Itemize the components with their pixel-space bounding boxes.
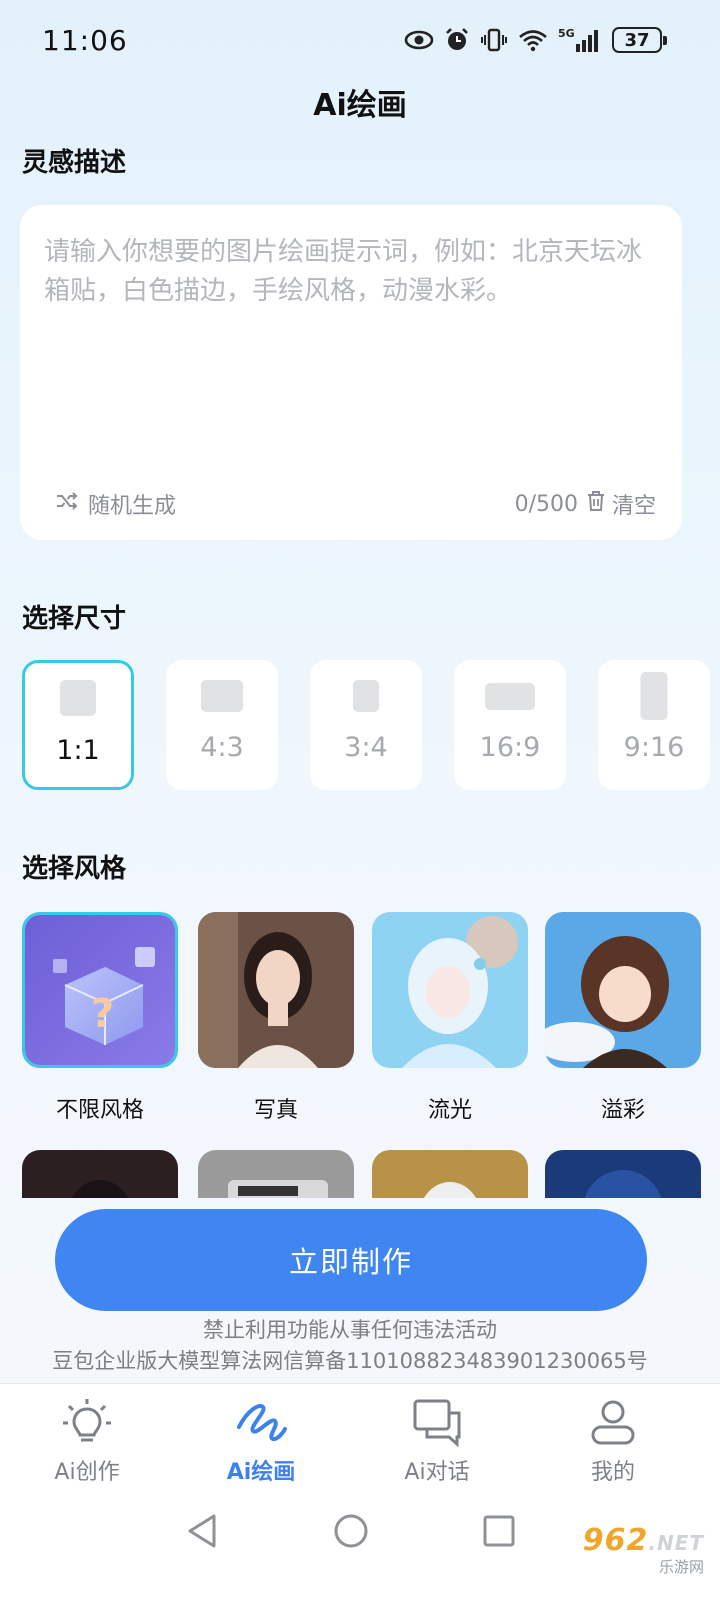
size-option-1-1[interactable]: 1:1	[22, 660, 134, 790]
style-thumb-unlimited: ?	[22, 912, 178, 1068]
style-option-portrait[interactable]: 写真	[198, 912, 354, 1124]
svg-text:5G: 5G	[558, 27, 575, 40]
status-bar: 11:06 5G 37	[0, 0, 720, 84]
user-icon	[548, 1392, 678, 1452]
counter-row: 0/500 清空	[515, 488, 656, 520]
ratio-16-9-icon	[485, 683, 535, 710]
style-thumb-portrait	[198, 912, 354, 1068]
size-label: 3:4	[344, 732, 388, 763]
vibrate-icon	[480, 27, 508, 53]
prompt-card: 随机生成 0/500 清空	[20, 205, 682, 540]
size-label: 9:16	[623, 732, 685, 763]
shuffle-icon	[56, 491, 78, 517]
size-label: 4:3	[200, 732, 244, 763]
size-title: 选择尺寸	[22, 604, 127, 634]
size-option-4-3[interactable]: 4:3	[166, 660, 278, 790]
size-option-9-16[interactable]: 9:16	[598, 660, 710, 790]
char-counter: 0/500	[514, 491, 578, 517]
size-option-16-9[interactable]: 16:9	[454, 660, 566, 790]
battery-icon: 37	[612, 27, 667, 53]
watermark-brand: 962.NET	[583, 1523, 704, 1558]
system-nav-bar: 962.NET 乐游网	[0, 1493, 720, 1610]
style-thumb-row2-3	[372, 1150, 528, 1198]
tab-ai-draw[interactable]: Ai绘画	[196, 1392, 326, 1486]
size-label: 1:1	[56, 735, 100, 766]
recents-square-icon[interactable]	[482, 1513, 516, 1553]
style-title: 选择风格	[22, 854, 127, 884]
eye-icon	[404, 29, 434, 51]
prompt-input[interactable]	[44, 233, 664, 433]
svg-text:?: ?	[91, 991, 114, 1037]
size-option-3-4[interactable]: 3:4	[310, 660, 422, 790]
size-label: 16:9	[479, 732, 541, 763]
cellular-5g-icon: 5G	[558, 26, 602, 54]
style-thumb-flowing-light	[372, 912, 528, 1068]
create-now-button[interactable]: 立即制作	[55, 1209, 647, 1311]
random-generate-button[interactable]: 随机生成	[56, 488, 176, 520]
lightbulb-icon	[22, 1392, 152, 1452]
style-label: 溢彩	[600, 1098, 645, 1123]
wifi-icon	[518, 28, 548, 52]
style-label: 不限风格	[55, 1098, 144, 1123]
tab-label: Ai绘画	[226, 1460, 296, 1485]
ratio-9-16-icon	[640, 672, 668, 720]
style-option-vivid-color[interactable]: 溢彩	[545, 912, 701, 1124]
watermark-net: .NET	[648, 1531, 704, 1555]
brush-scribble-icon	[196, 1392, 326, 1452]
style-thumb-vivid-color	[545, 912, 701, 1068]
style-option-row2-1[interactable]	[22, 1150, 178, 1198]
style-thumb-row2-4	[545, 1150, 701, 1198]
clear-label: 清空	[611, 494, 656, 519]
home-circle-icon[interactable]	[333, 1513, 369, 1553]
inspiration-title: 灵感描述	[22, 148, 127, 178]
back-triangle-icon[interactable]	[186, 1513, 218, 1553]
style-label: 写真	[253, 1098, 298, 1123]
page-title: Ai绘画	[313, 88, 407, 123]
status-time: 11:06	[42, 24, 128, 57]
tab-ai-create[interactable]: Ai创作	[22, 1392, 152, 1486]
bottom-tab-bar: Ai创作 Ai绘画 Ai对话 我的	[0, 1383, 720, 1493]
style-label: 流光	[427, 1098, 472, 1123]
watermark-logo: 962.NET 乐游网	[583, 1523, 704, 1577]
tab-label: 我的	[590, 1460, 635, 1485]
style-option-flowing-light[interactable]: 流光	[372, 912, 528, 1124]
style-thumb-row2-2	[198, 1150, 354, 1198]
style-option-row2-4[interactable]	[545, 1150, 701, 1198]
status-icons: 5G 37	[404, 26, 667, 54]
size-options: 1:1 4:3 3:4 16:9 9:16	[22, 660, 720, 792]
ratio-3-4-icon	[353, 680, 379, 712]
style-option-row2-3[interactable]	[372, 1150, 528, 1198]
style-option-unlimited[interactable]: ? 不限风格	[22, 912, 178, 1124]
style-option-row2-2[interactable]	[198, 1150, 354, 1198]
trash-icon	[586, 490, 606, 518]
style-thumb-row2-1	[22, 1150, 178, 1198]
watermark-number: 962	[582, 1523, 649, 1558]
ratio-4-3-icon	[201, 680, 243, 712]
tab-label: Ai创作	[54, 1460, 120, 1485]
style-grid: ? 不限风格 写真 流光 溢彩	[22, 912, 720, 1198]
clear-button[interactable]: 清空	[586, 488, 656, 520]
chat-bubble-icon	[372, 1392, 502, 1452]
notice-filing: 豆包企业版大模型算法网信算备110108823483901230065号	[52, 1349, 648, 1373]
watermark-subtitle: 乐游网	[658, 1558, 704, 1576]
ratio-square-icon	[60, 680, 96, 716]
tab-mine[interactable]: 我的	[548, 1392, 678, 1486]
tab-ai-chat[interactable]: Ai对话	[372, 1392, 502, 1486]
alarm-icon	[444, 27, 470, 53]
tab-label: Ai对话	[404, 1460, 470, 1485]
random-generate-label: 随机生成	[88, 494, 177, 519]
notice-warning: 禁止利用功能从事任何违法活动	[203, 1318, 497, 1342]
